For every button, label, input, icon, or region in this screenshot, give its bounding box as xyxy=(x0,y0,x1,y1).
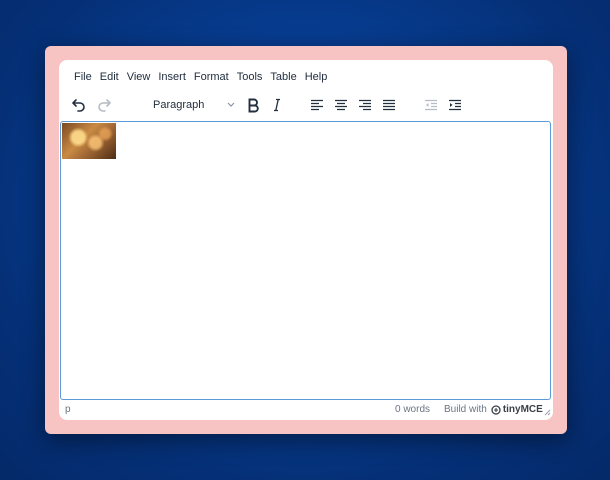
rich-text-editor: File Edit View Insert Format Tools Table… xyxy=(59,60,553,420)
indent-button[interactable] xyxy=(444,94,466,116)
branding-prefix: Build with xyxy=(444,404,487,415)
toolbar: Paragraph xyxy=(59,94,553,116)
align-justify-icon xyxy=(383,99,395,111)
align-justify-button[interactable] xyxy=(378,94,400,116)
menu-view[interactable]: View xyxy=(123,68,155,86)
align-right-button[interactable] xyxy=(354,94,376,116)
word-count[interactable]: 0 words xyxy=(395,404,430,415)
menu-help[interactable]: Help xyxy=(301,68,332,86)
inserted-image[interactable] xyxy=(62,123,116,159)
editor-content-area[interactable] xyxy=(60,121,551,400)
indent-icon xyxy=(449,99,461,111)
italic-button[interactable] xyxy=(266,94,288,116)
undo-icon xyxy=(72,99,85,112)
undo-button[interactable] xyxy=(68,94,90,116)
bold-button[interactable] xyxy=(242,94,264,116)
align-left-button[interactable] xyxy=(306,94,328,116)
menu-format[interactable]: Format xyxy=(190,68,233,86)
menu-tools[interactable]: Tools xyxy=(233,68,267,86)
menu-edit[interactable]: Edit xyxy=(96,68,123,86)
editor-frame: File Edit View Insert Format Tools Table… xyxy=(45,46,567,434)
redo-button[interactable] xyxy=(93,94,115,116)
align-right-icon xyxy=(359,99,371,111)
align-center-icon xyxy=(335,99,347,111)
menubar: File Edit View Insert Format Tools Table… xyxy=(59,68,331,86)
align-left-icon xyxy=(311,99,323,111)
menu-file[interactable]: File xyxy=(70,68,96,86)
tinymce-logo-icon xyxy=(491,404,501,415)
bold-icon xyxy=(248,98,259,113)
block-format-label: Paragraph xyxy=(153,99,205,111)
outdent-button[interactable] xyxy=(420,94,442,116)
chevron-down-icon xyxy=(227,102,235,107)
align-center-button[interactable] xyxy=(330,94,352,116)
outdent-icon xyxy=(425,99,437,111)
resize-handle-icon[interactable] xyxy=(543,408,551,416)
block-format-select[interactable]: Paragraph xyxy=(149,96,239,114)
redo-icon xyxy=(98,99,111,112)
statusbar: p 0 words Build with tinyMCE xyxy=(59,400,553,418)
italic-icon xyxy=(274,98,280,112)
menu-insert[interactable]: Insert xyxy=(154,68,190,86)
branding-name: tinyMCE xyxy=(502,404,543,415)
branding-link[interactable]: Build with tinyMCE xyxy=(444,404,543,415)
element-path[interactable]: p xyxy=(65,404,71,415)
menu-table[interactable]: Table xyxy=(266,68,300,86)
